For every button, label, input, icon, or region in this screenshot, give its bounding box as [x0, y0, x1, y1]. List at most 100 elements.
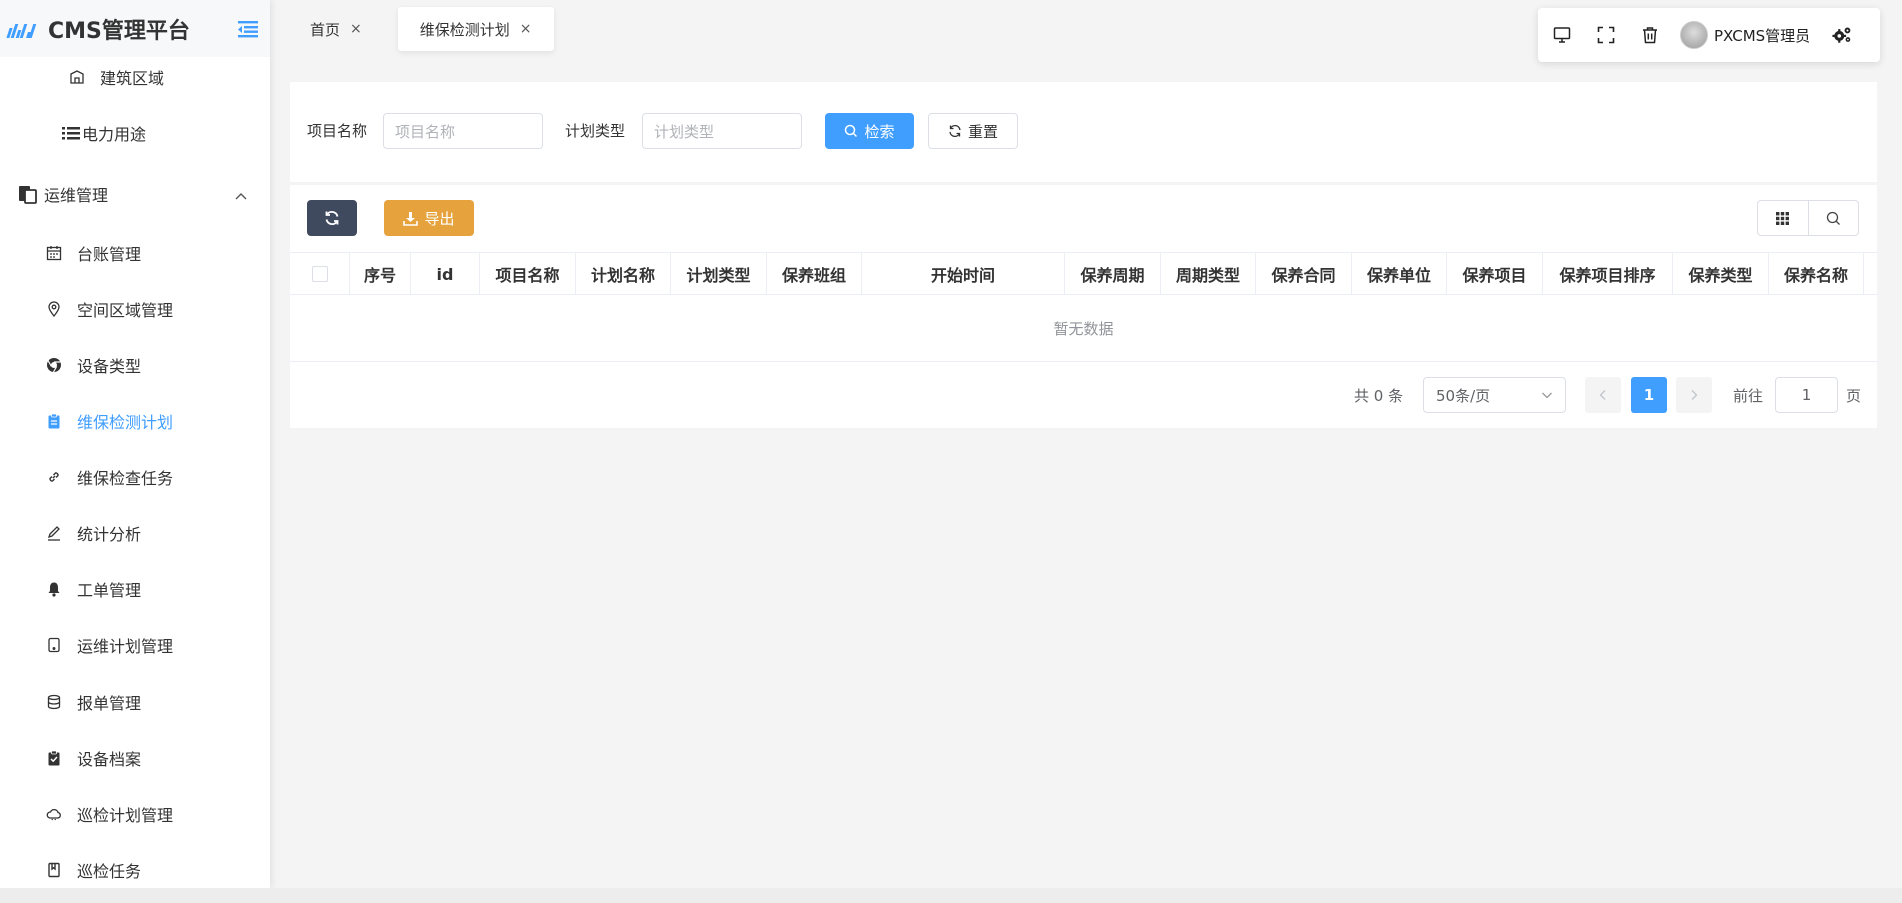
- sidebar-item-label: 工单管理: [77, 581, 142, 600]
- top-toolbar: PXCMS管理员: [1538, 8, 1880, 62]
- next-page-button[interactable]: [1676, 377, 1712, 413]
- monitor-icon[interactable]: [1552, 25, 1572, 45]
- sidebar-item-space-area[interactable]: 空间区域管理: [0, 289, 270, 329]
- sidebar-item-ops-plan[interactable]: 运维计划管理: [0, 625, 270, 665]
- sidebar-item-label: 设备档案: [77, 750, 142, 769]
- table-header: 序号 id 项目名称 计划名称 计划类型 保养班组 开始时间 保养周期 周期类型…: [290, 252, 1877, 295]
- tab-home[interactable]: 首页 ×: [270, 7, 380, 51]
- column-header[interactable]: 序号: [350, 253, 411, 295]
- chrome-icon: [45, 356, 63, 374]
- sync-icon: [324, 210, 340, 226]
- chevron-right-icon: [1689, 389, 1699, 401]
- column-header[interactable]: 保养班组: [767, 253, 862, 295]
- export-button-label: 导出: [424, 209, 455, 228]
- search-button[interactable]: 检索: [825, 113, 914, 149]
- refresh-button[interactable]: [307, 200, 357, 236]
- tablet-icon: [45, 636, 63, 654]
- project-name-input[interactable]: 项目名称: [383, 113, 543, 149]
- search-icon: [844, 124, 858, 138]
- sidebar-item-maintenance-plan[interactable]: 维保检测计划: [0, 401, 270, 441]
- total-count: 共 0 条: [1354, 386, 1404, 405]
- tab-label: 首页: [310, 20, 341, 39]
- list-icon: [62, 124, 80, 142]
- sidebar-group-ops[interactable]: 运维管理: [0, 172, 270, 216]
- page-size-select[interactable]: 50条/页: [1423, 377, 1566, 413]
- sidebar-item-building-area[interactable]: 建筑区域: [0, 57, 270, 97]
- tab-maintenance-plan[interactable]: 维保检测计划 ×: [397, 7, 554, 51]
- sidebar-item-label: 电力用途: [82, 125, 147, 144]
- plan-type-input[interactable]: 计划类型: [642, 113, 802, 149]
- clipboard-icon: [45, 412, 63, 430]
- column-header[interactable]: 计划名称: [576, 253, 671, 295]
- select-all-cell: [290, 253, 350, 295]
- column-header[interactable]: 周期类型: [1161, 253, 1256, 295]
- column-header[interactable]: 计划类型: [671, 253, 767, 295]
- edit-icon: [45, 524, 63, 542]
- sidebar: CMS管理平台 建筑区域 电力用途 运维管理 台账管理 空间区域管理 设备类型: [0, 0, 270, 888]
- close-icon[interactable]: ×: [520, 21, 532, 37]
- sidebar-group-label: 运维管理: [44, 186, 109, 205]
- sidebar-item-inspection-plan[interactable]: 巡检计划管理: [0, 794, 270, 834]
- download-icon: [403, 211, 419, 226]
- settings-gears-icon[interactable]: [1832, 25, 1852, 45]
- sidebar-item-maintenance-task[interactable]: 维保检查任务: [0, 457, 270, 497]
- column-header[interactable]: 保养合同: [1256, 253, 1352, 295]
- prev-page-button[interactable]: [1585, 377, 1621, 413]
- chevron-left-icon: [1598, 389, 1608, 401]
- column-header[interactable]: 开始时间: [862, 253, 1065, 295]
- table-tools: [1757, 200, 1859, 236]
- project-name-label: 项目名称: [307, 122, 368, 140]
- cloud-icon: [45, 805, 63, 823]
- avatar[interactable]: [1680, 21, 1708, 49]
- sidebar-item-label: 运维计划管理: [77, 637, 174, 656]
- sidebar-item-label: 设备类型: [77, 357, 142, 376]
- select-all-checkbox[interactable]: [311, 266, 328, 282]
- link-icon: [45, 468, 63, 486]
- export-button[interactable]: 导出: [384, 200, 474, 236]
- sidebar-item-label: 维保检测计划: [77, 413, 174, 432]
- column-header[interactable]: 保养项目: [1447, 253, 1543, 295]
- logo-bar: CMS管理平台: [0, 0, 270, 57]
- sidebar-item-inspection-task[interactable]: 巡检任务: [0, 850, 270, 888]
- column-header[interactable]: 保养名称: [1769, 253, 1864, 295]
- menu-collapse-icon[interactable]: [238, 20, 258, 38]
- column-header[interactable]: id: [411, 253, 480, 295]
- search-icon[interactable]: [1809, 201, 1859, 235]
- sidebar-item-report[interactable]: 报单管理: [0, 682, 270, 722]
- reset-button-label: 重置: [967, 122, 998, 141]
- page-unit-label: 页: [1846, 386, 1862, 405]
- sidebar-item-label: 台账管理: [77, 245, 142, 264]
- chevron-down-icon: [1541, 390, 1553, 400]
- page-size-value: 50条/页: [1436, 386, 1491, 405]
- fullscreen-icon[interactable]: [1596, 25, 1616, 45]
- column-header[interactable]: 项目名称: [480, 253, 576, 295]
- logo-icon: [6, 20, 37, 38]
- column-header[interactable]: 保养项目排序: [1543, 253, 1673, 295]
- sidebar-item-statistics[interactable]: 统计分析: [0, 513, 270, 553]
- sidebar-item-ledger[interactable]: 台账管理: [0, 233, 270, 273]
- trash-icon[interactable]: [1640, 25, 1660, 45]
- goto-page-input[interactable]: 1: [1775, 377, 1838, 413]
- sidebar-item-device-type[interactable]: 设备类型: [0, 345, 270, 385]
- sidebar-item-label: 空间区域管理: [77, 301, 174, 320]
- sidebar-item-label: 巡检任务: [77, 862, 142, 881]
- close-icon[interactable]: ×: [350, 21, 362, 37]
- column-header[interactable]: 保养单位: [1352, 253, 1447, 295]
- refresh-icon: [948, 124, 962, 138]
- horizontal-scrollbar[interactable]: [0, 888, 1902, 903]
- page-number[interactable]: 1: [1631, 377, 1667, 413]
- sidebar-item-power-usage[interactable]: 电力用途: [0, 113, 270, 153]
- calendar-icon: [45, 244, 63, 262]
- sidebar-item-work-order[interactable]: 工单管理: [0, 569, 270, 609]
- bell-icon: [45, 580, 63, 598]
- reset-button[interactable]: 重置: [928, 113, 1018, 149]
- book-icon: [45, 861, 63, 879]
- column-header[interactable]: 保养类型: [1673, 253, 1769, 295]
- user-name[interactable]: PXCMS管理员: [1714, 25, 1810, 46]
- columns-grid-icon[interactable]: [1758, 201, 1809, 235]
- sidebar-item-device-archive[interactable]: 设备档案: [0, 738, 270, 778]
- sidebar-item-label: 巡检计划管理: [77, 806, 174, 825]
- sidebar-item-label: 维保检查任务: [77, 469, 174, 488]
- column-header[interactable]: 保养周期: [1065, 253, 1161, 295]
- app-title: CMS管理平台: [48, 18, 190, 44]
